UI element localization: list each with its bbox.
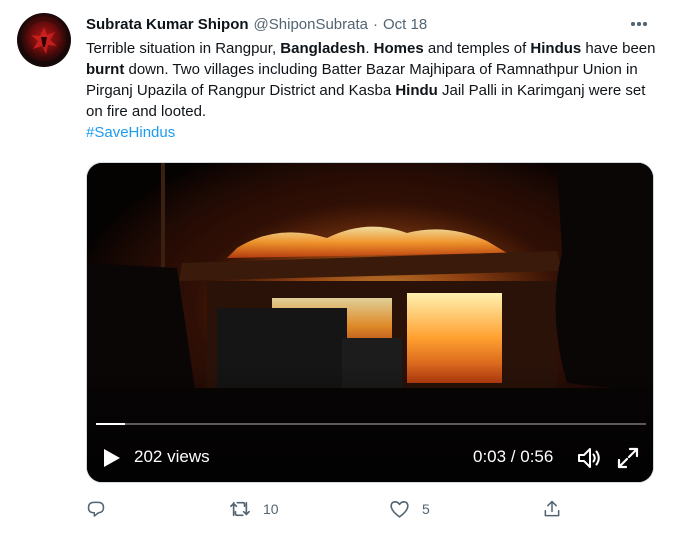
text-bold: burnt — [86, 61, 125, 78]
text-part: Terrible situation in Rangpur, — [86, 40, 281, 57]
reply-button[interactable] — [86, 497, 118, 521]
video-views: 202 views — [134, 447, 210, 466]
tweet-actions: 10 5 — [86, 497, 566, 521]
text-bold: Homes — [373, 40, 424, 57]
video-player[interactable]: 202 views 0:03 / 0:56 — [86, 162, 654, 483]
text-part: have been — [581, 40, 656, 57]
more-icon[interactable] — [628, 14, 650, 34]
volume-icon[interactable] — [576, 446, 602, 470]
tweet-card: Subrata Kumar Shipon @ShiponSubrata · Oc… — [0, 0, 679, 535]
video-progress-fill — [96, 423, 126, 425]
like-count: 5 — [422, 501, 430, 517]
play-icon[interactable] — [103, 448, 121, 468]
author-handle[interactable]: @ShiponSubrata — [254, 16, 368, 33]
separator-dot: · — [373, 15, 379, 33]
video-time: 0:03 / 0:56 — [473, 447, 554, 466]
avatar-graphic — [23, 19, 65, 61]
tweet-text: Terrible situation in Rangpur, Banglades… — [86, 38, 656, 143]
text-bold: Hindu — [395, 82, 438, 99]
retweet-count: 10 — [263, 501, 279, 517]
fullscreen-icon[interactable] — [616, 446, 640, 470]
text-part: and temples of — [423, 40, 531, 57]
text-part: . — [365, 40, 374, 57]
share-icon — [544, 500, 560, 517]
retweet-button[interactable]: 10 — [229, 497, 279, 521]
reply-icon — [87, 501, 105, 517]
avatar[interactable] — [17, 13, 71, 67]
retweet-icon — [230, 501, 250, 517]
share-button[interactable] — [542, 497, 574, 521]
hashtag-link[interactable]: #SaveHindus — [86, 122, 175, 143]
author-name[interactable]: Subrata Kumar Shipon — [86, 16, 249, 33]
text-bold: Bangladesh — [280, 40, 366, 57]
like-button[interactable]: 5 — [389, 497, 430, 521]
video-progress-bar[interactable] — [96, 423, 646, 425]
text-bold: Hindus — [530, 40, 582, 57]
video-frame — [87, 163, 653, 482]
tweet-header: Subrata Kumar Shipon @ShiponSubrata · Oc… — [86, 14, 427, 34]
tweet-date[interactable]: Oct 18 — [383, 16, 427, 33]
like-icon — [390, 501, 409, 518]
